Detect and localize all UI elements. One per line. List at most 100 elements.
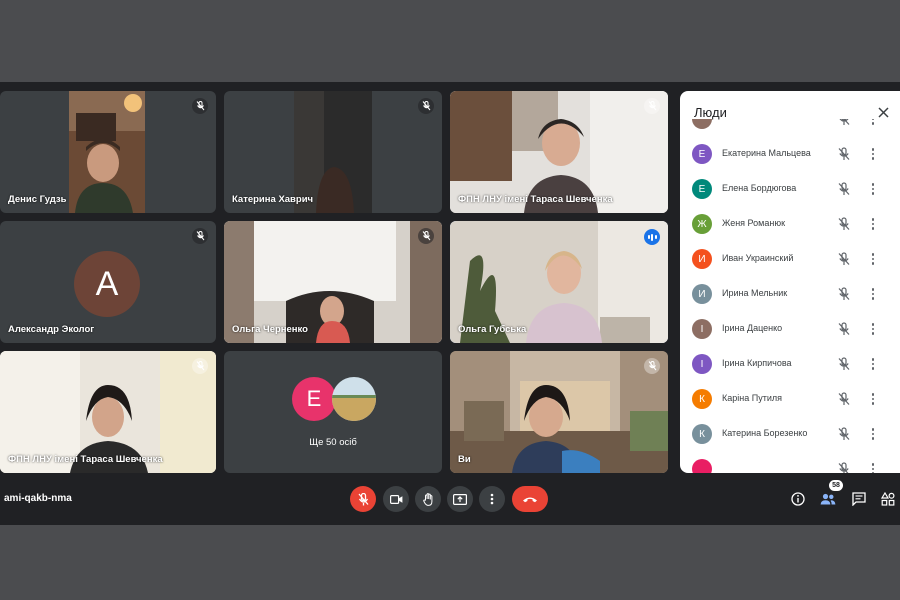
participant-avatar: К: [692, 389, 712, 409]
mic-off-icon: [837, 427, 851, 441]
participant-name: Ирина Мельник: [722, 288, 788, 298]
participant-name: Ольга Черненко: [232, 324, 308, 335]
more-vert-icon[interactable]: [869, 427, 877, 441]
participant-avatar: И: [692, 284, 712, 304]
participant-name: Катерина Борезенко: [722, 428, 808, 438]
participant-avatar: [692, 119, 712, 129]
avatar: E: [292, 377, 336, 421]
meeting-details-button[interactable]: [788, 489, 808, 509]
participant-name: Катерина Хаврич: [232, 194, 314, 205]
chat-button[interactable]: [849, 489, 869, 509]
participant-name: Женя Романюк: [722, 218, 786, 228]
participant-row[interactable]: [680, 119, 900, 136]
participant-row[interactable]: І Ірина Даценко: [680, 311, 900, 346]
people-button[interactable]: [818, 489, 838, 509]
participant-name: Каріна Путиля: [722, 393, 782, 403]
participant-avatar: Е: [692, 179, 712, 199]
more-participants-tile[interactable]: E Ще 50 осіб: [224, 351, 442, 473]
meeting-code: ami-qakb-nma: [4, 493, 72, 504]
mic-off-icon: [192, 98, 208, 114]
people-icon: [820, 493, 836, 505]
more-vert-icon[interactable]: [869, 147, 877, 161]
more-vert-icon[interactable]: [869, 182, 877, 196]
participant-avatar: [692, 459, 712, 473]
video-tile-self[interactable]: Ви: [450, 351, 668, 473]
participant-row[interactable]: К Катерина Борезенко: [680, 416, 900, 451]
present-icon: [453, 493, 467, 505]
participant-video: [450, 351, 668, 473]
mic-off-icon: [837, 392, 851, 406]
participant-row[interactable]: К Каріна Путиля: [680, 381, 900, 416]
mic-off-icon: [644, 98, 660, 114]
participant-name: Ольга Губська: [458, 324, 527, 335]
more-vert-icon: [490, 493, 494, 505]
meet-window: Денис Гудзь Катерина Хаврич ФПН ЛНУ імен…: [0, 82, 900, 525]
more-vert-icon[interactable]: [869, 392, 877, 406]
camera-toggle-button[interactable]: [383, 486, 409, 512]
avatar-photo: [332, 377, 376, 421]
video-tile[interactable]: A Александр Эколог: [0, 221, 216, 343]
participant-name: Ви: [458, 454, 471, 465]
participant-name: Иван Украинский: [722, 253, 794, 263]
mic-off-icon: [837, 462, 851, 473]
video-tile[interactable]: ФПН ЛНУ імені Тараса Шевченка: [450, 91, 668, 213]
mic-off-icon: [837, 252, 851, 266]
hang-up-icon: [523, 497, 537, 502]
participant-name: Елена Бордюгова: [722, 183, 797, 193]
mic-off-icon: [837, 217, 851, 231]
participant-name: ФПН ЛНУ імені Тараса Шевченка: [8, 454, 163, 465]
avatar: A: [74, 251, 140, 317]
video-tile[interactable]: Ольга Черненко: [224, 221, 442, 343]
video-tile[interactable]: ФПН ЛНУ імені Тараса Шевченка: [0, 351, 216, 473]
more-participants-label: Ще 50 осіб: [309, 437, 357, 448]
mic-off-icon: [192, 358, 208, 374]
mic-toggle-button[interactable]: [350, 486, 376, 512]
more-vert-icon[interactable]: [869, 252, 877, 266]
participant-name: Ірина Даценко: [722, 323, 783, 333]
participant-row[interactable]: Е Екатерина Мальцева: [680, 136, 900, 171]
participant-row[interactable]: И Иван Украинский: [680, 241, 900, 276]
participant-row[interactable]: [680, 451, 900, 473]
activities-button[interactable]: [878, 489, 898, 509]
participant-name: Ірина Кирпичова: [722, 358, 792, 368]
more-vert-icon[interactable]: [869, 287, 877, 301]
more-vert-icon[interactable]: [869, 217, 877, 231]
more-vert-icon[interactable]: [869, 322, 877, 336]
letterbox-top: [0, 0, 900, 82]
present-screen-button[interactable]: [447, 486, 473, 512]
participant-row[interactable]: И Ирина Мельник: [680, 276, 900, 311]
more-vert-icon[interactable]: [869, 462, 877, 473]
participant-avatar: Ж: [692, 214, 712, 234]
raise-hand-button[interactable]: [415, 486, 441, 512]
mic-off-icon: [358, 492, 368, 505]
participant-row[interactable]: І Ірина Кирпичова: [680, 346, 900, 381]
participants-count-badge: 58: [829, 480, 843, 491]
chat-icon: [852, 492, 866, 506]
participant-row[interactable]: Ж Женя Романюк: [680, 206, 900, 241]
mic-off-icon: [418, 98, 434, 114]
mic-off-icon: [837, 147, 851, 161]
end-call-button[interactable]: [512, 486, 548, 512]
participant-row[interactable]: Е Елена Бордюгова: [680, 171, 900, 206]
video-tile-active-speaker[interactable]: Ольга Губська: [450, 221, 668, 343]
mic-off-icon: [837, 322, 851, 336]
mic-off-icon: [837, 182, 851, 196]
participant-avatar: І: [692, 354, 712, 374]
more-vert-icon[interactable]: [869, 119, 877, 126]
participant-name: Екатерина Мальцева: [722, 148, 811, 158]
panel-title: Люди: [694, 105, 727, 120]
video-tile[interactable]: Денис Гудзь: [0, 91, 216, 213]
more-vert-icon[interactable]: [869, 357, 877, 371]
mic-off-icon: [418, 228, 434, 244]
camera-icon: [389, 494, 402, 504]
mic-off-icon: [192, 228, 208, 244]
participant-name: Денис Гудзь: [8, 194, 67, 205]
participant-avatar: И: [692, 249, 712, 269]
video-tile[interactable]: Катерина Хаврич: [224, 91, 442, 213]
hand-icon: [422, 492, 432, 506]
participant-avatar: І: [692, 319, 712, 339]
mic-off-icon: [837, 357, 851, 371]
more-options-button[interactable]: [479, 486, 505, 512]
mic-off-icon: [837, 287, 851, 301]
mic-off-icon: [644, 358, 660, 374]
